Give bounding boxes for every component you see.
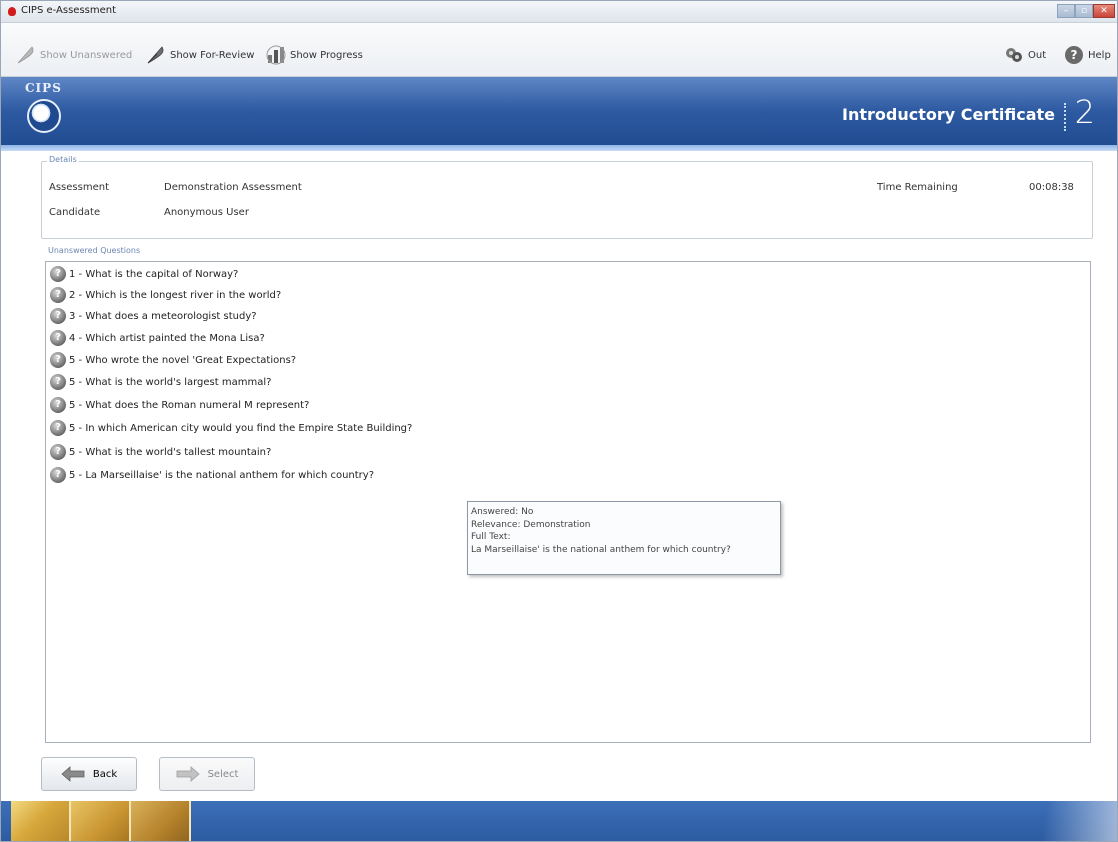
question-text: 5 - What is the world's tallest mountain… [69, 446, 272, 458]
time-remaining-label: Time Remaining [877, 182, 958, 193]
show-unanswered-label: Show Unanswered [40, 49, 133, 61]
question-mark-icon: ? [50, 374, 66, 390]
question-text: 2 - Which is the longest river in the wo… [69, 289, 282, 301]
certificate-number: 2 [1074, 93, 1095, 131]
select-label: Select [207, 768, 239, 780]
header-banner: CIPS Introductory Certificate 2 [1, 77, 1117, 151]
candidate-label: Candidate [49, 207, 101, 218]
back-button[interactable]: Back [41, 757, 137, 791]
svg-text:?: ? [1071, 48, 1078, 62]
help-question-icon: ? [1063, 44, 1085, 66]
list-item[interactable]: ? 2 - Which is the longest river in the … [50, 285, 281, 305]
question-text: 5 - What is the world's largest mammal? [69, 376, 272, 388]
question-mark-icon: ? [50, 266, 66, 282]
list-item[interactable]: ? 5 - In which American city would you f… [50, 418, 412, 438]
maximize-button[interactable]: ▫ [1075, 4, 1093, 18]
question-tooltip: Answered: No Relevance: Demonstration Fu… [467, 501, 781, 575]
question-text: 3 - What does a meteorologist study? [69, 310, 257, 322]
candidate-value: Anonymous User [164, 207, 249, 218]
time-remaining-value: 00:08:38 [1029, 182, 1074, 193]
list-item[interactable]: ? 5 - La Marseillaise' is the national a… [50, 465, 374, 485]
question-mark-icon: ? [50, 330, 66, 346]
close-button[interactable]: ✕ [1093, 4, 1115, 18]
show-for-review-label: Show For-Review [170, 49, 255, 61]
list-item[interactable]: ? 5 - What is the world's largest mammal… [50, 372, 271, 392]
feather-icon [15, 44, 37, 66]
show-progress-button[interactable]: Show Progress [265, 43, 363, 67]
question-mark-icon: ? [50, 420, 66, 436]
minimize-button[interactable]: – [1057, 4, 1075, 18]
question-mark-icon: ? [50, 308, 66, 324]
back-label: Back [92, 768, 118, 780]
footer-shine [997, 801, 1117, 841]
question-mark-icon: ? [50, 444, 66, 460]
footer-tile [71, 801, 131, 841]
question-text: 4 - Which artist painted the Mona Lisa? [69, 332, 265, 344]
help-button[interactable]: ? Help [1063, 43, 1111, 67]
tooltip-answered: Answered: No [471, 507, 534, 517]
tooltip-relevance: Relevance: Demonstration [471, 519, 591, 530]
exit-gear-icon [1003, 44, 1025, 66]
left-arrow-icon [61, 766, 85, 782]
details-group-label: Details [47, 155, 79, 164]
question-text: 5 - What does the Roman numeral M repres… [69, 399, 310, 411]
list-item[interactable]: ? 5 - Who wrote the novel 'Great Expecta… [50, 350, 296, 370]
list-item[interactable]: ? 4 - Which artist painted the Mona Lisa… [50, 328, 265, 348]
list-item[interactable]: ? 5 - What is the world's tallest mounta… [50, 442, 271, 462]
question-text: 1 - What is the capital of Norway? [69, 268, 239, 280]
app-icon [8, 7, 16, 16]
title-bar: CIPS e-Assessment – ▫ ✕ [1, 1, 1117, 23]
toolbar: Show Unanswered Show For-Review Show Pro… [1, 23, 1117, 77]
footer-tile [131, 801, 191, 841]
footer-bar [1, 801, 1117, 841]
unanswered-questions-label: Unanswered Questions [46, 246, 143, 255]
question-mark-icon: ? [50, 467, 66, 483]
assessment-label: Assessment [49, 182, 109, 193]
show-unanswered-button[interactable]: Show Unanswered [15, 43, 132, 67]
window-title: CIPS e-Assessment [21, 5, 117, 16]
certificate-title: Introductory Certificate [842, 105, 1055, 124]
tooltip-full-text: La Marseillaise' is the national anthem … [471, 544, 731, 555]
question-mark-icon: ? [50, 352, 66, 368]
brand-text: CIPS [25, 81, 62, 95]
list-item[interactable]: ? 5 - What does the Roman numeral M repr… [50, 395, 309, 415]
question-text: 5 - La Marseillaise' is the national ant… [69, 469, 375, 481]
assessment-value: Demonstration Assessment [164, 182, 302, 193]
cips-logo [27, 99, 61, 133]
feather-pen-icon [145, 44, 167, 66]
question-text: 5 - Who wrote the novel 'Great Expectati… [69, 354, 297, 366]
out-button[interactable]: Out [1003, 43, 1046, 67]
details-group: Details Assessment Demonstration Assessm… [41, 155, 1093, 239]
help-label: Help [1088, 49, 1111, 61]
show-for-review-button[interactable]: Show For-Review [145, 43, 254, 67]
footer-tiles [11, 801, 191, 841]
unanswered-questions-group: Unanswered Questions [41, 246, 1093, 255]
question-text: 5 - In which American city would you fin… [69, 422, 413, 434]
question-mark-icon: ? [50, 287, 66, 303]
footer-tile [11, 801, 71, 841]
progress-chart-icon [265, 44, 287, 66]
window-controls: – ▫ ✕ [1057, 4, 1115, 18]
list-item[interactable]: ? 1 - What is the capital of Norway? [50, 264, 238, 284]
right-arrow-icon [176, 766, 200, 782]
app-window: CIPS e-Assessment – ▫ ✕ Show Unanswered … [0, 0, 1118, 842]
question-mark-icon: ? [50, 397, 66, 413]
tooltip-full-text-label: Full Text: [471, 532, 511, 542]
list-item[interactable]: ? 3 - What does a meteorologist study? [50, 306, 257, 326]
out-label: Out [1028, 49, 1047, 61]
show-progress-label: Show Progress [290, 49, 363, 61]
select-button[interactable]: Select [159, 757, 255, 791]
title-separator [1064, 103, 1068, 131]
